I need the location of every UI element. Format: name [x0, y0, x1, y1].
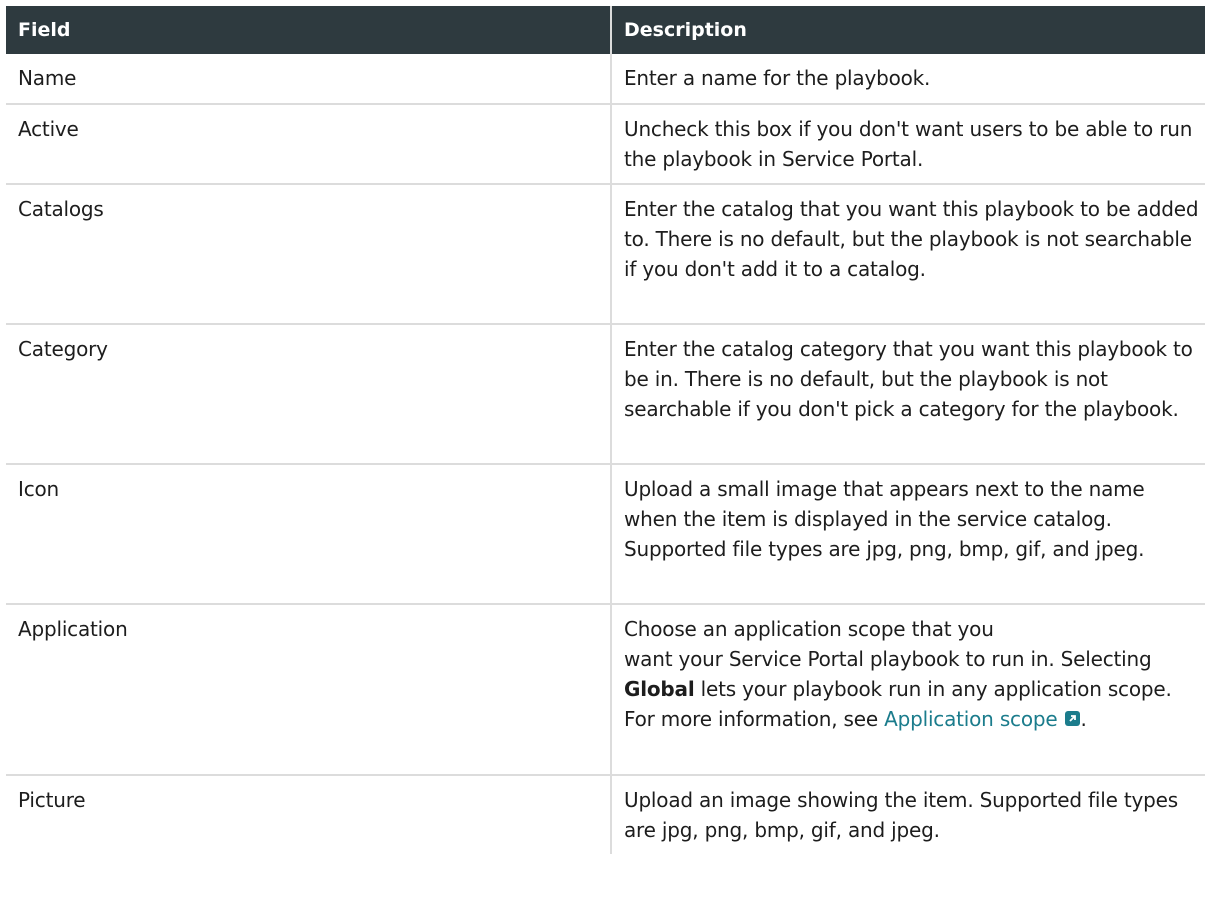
application-scope-link[interactable]: Application scope [884, 707, 1081, 731]
table-row: Catalogs Enter the catalog that you want… [6, 184, 1205, 325]
description-text: . [1080, 707, 1087, 731]
field-cell: Active [6, 104, 612, 185]
table-row: Picture Upload an image showing the item… [6, 775, 1205, 854]
description-cell: Choose an application scope that you want… [611, 604, 1205, 776]
header-description: Description [611, 6, 1205, 54]
description-text: want your Service Portal playbook to run… [624, 647, 1152, 671]
field-cell: Name [6, 54, 612, 105]
field-cell: Picture [6, 775, 612, 854]
fields-table: Field Description Name Enter a name for … [6, 6, 1205, 854]
table-row: Name Enter a name for the playbook. [6, 54, 1205, 105]
link-text[interactable]: Application scope [884, 707, 1058, 731]
header-field: Field [6, 6, 612, 54]
external-link-icon[interactable] [1065, 711, 1081, 726]
table-row: Application Choose an application scope … [6, 604, 1205, 776]
description-cell: Uncheck this box if you don't want users… [611, 104, 1205, 185]
description-cell: Upload a small image that appears next t… [611, 464, 1205, 605]
description-cell: Enter the catalog that you want this pla… [611, 184, 1205, 325]
description-cell: Upload an image showing the item. Suppor… [624, 788, 1178, 842]
field-cell: Application [6, 604, 612, 776]
table-row: Active Uncheck this box if you don't wan… [6, 104, 1205, 185]
table-row: Category Enter the catalog category that… [6, 324, 1205, 465]
description-cell: Enter a name for the playbook. [611, 54, 1205, 105]
ui-term-global: Global [624, 677, 695, 701]
description-cell: Enter the catalog category that you want… [611, 324, 1205, 465]
table-row: Icon Upload a small image that appears n… [6, 464, 1205, 605]
table-header-row: Field Description [6, 6, 1205, 54]
description-text: Choose an application scope that you [624, 617, 994, 641]
field-cell: Catalogs [6, 184, 612, 325]
field-cell: Icon [6, 464, 612, 605]
field-cell: Category [6, 324, 612, 465]
